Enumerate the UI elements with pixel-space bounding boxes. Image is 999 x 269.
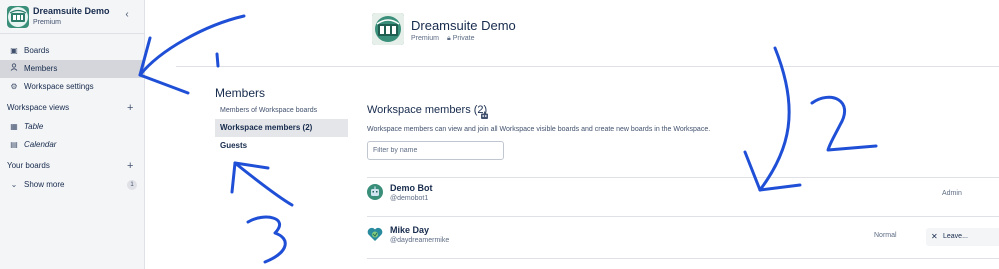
sidebar: Dreamsuite Demo Premium ‹ ▣ Boards Membe… xyxy=(0,0,145,269)
visibility-label: Private xyxy=(452,35,475,42)
workspace-plan: Premium xyxy=(33,19,62,26)
workspace-large-logo xyxy=(372,13,404,45)
show-more-label: Show more xyxy=(24,180,65,189)
members-heading: Members xyxy=(215,86,266,100)
calendar-icon: ▤ xyxy=(10,140,18,149)
gear-icon: ⚙ xyxy=(10,82,18,91)
tab-guests[interactable]: Guests xyxy=(215,137,348,155)
sidebar-item-workspace-settings[interactable]: ⚙ Workspace settings xyxy=(0,78,145,96)
filter-by-name-input[interactable] xyxy=(367,141,504,160)
member-row: Demo Bot @demobot1 Admin xyxy=(367,178,999,216)
sidebar-item-label: Calendar xyxy=(24,140,57,149)
sidebar-item-table[interactable]: ▦ Table xyxy=(0,118,145,136)
plan-label: Premium xyxy=(411,35,440,42)
leave-button[interactable]: ✕ Leave... xyxy=(926,228,999,246)
workspace-meta: Premium 🔒︎ Private xyxy=(411,35,475,43)
annotation-arrow xyxy=(233,161,294,207)
sidebar-item-calendar[interactable]: ▤ Calendar xyxy=(0,136,145,154)
divider xyxy=(367,258,999,259)
your-boards-label: Your boards xyxy=(7,161,50,170)
close-icon: ✕ xyxy=(931,232,938,241)
annotation-arrowhead xyxy=(230,161,270,194)
tab-members-of-workspace-boards[interactable]: Members of Workspace boards xyxy=(215,102,348,120)
person-icon xyxy=(9,60,19,78)
avatar xyxy=(367,226,383,242)
sidebar-item-label: Boards xyxy=(24,46,50,55)
chevron-left-icon[interactable]: ‹ xyxy=(121,9,133,21)
page-title: Dreamsuite Demo xyxy=(411,18,516,33)
member-role: Admin xyxy=(942,190,962,197)
sidebar-item-label: Workspace settings xyxy=(24,82,94,91)
sidebar-item-label: Members xyxy=(24,64,58,73)
tab-workspace-members[interactable]: Workspace members (2) xyxy=(215,119,348,137)
section-description: Workspace members can view and join all … xyxy=(367,126,711,133)
robot-icon xyxy=(480,107,489,119)
workspace-name: Dreamsuite Demo xyxy=(33,6,110,16)
annotation-digit-2 xyxy=(810,95,878,152)
member-name: Demo Bot xyxy=(390,183,433,193)
table-icon: ▦ xyxy=(10,122,18,131)
annotation-arrow xyxy=(758,46,791,192)
member-handle: @demobot1 xyxy=(390,195,429,202)
workspace-views-heading: Workspace views + xyxy=(0,100,145,116)
lock-icon: 🔒︎ xyxy=(446,35,451,42)
sidebar-item-members[interactable]: Members xyxy=(0,60,145,78)
sidebar-item-label: Table xyxy=(24,122,44,131)
sidebar-item-boards[interactable]: ▣ Boards xyxy=(0,42,145,60)
workspace-views-label: Workspace views xyxy=(7,103,70,112)
show-more-count: 1 xyxy=(127,180,137,190)
board-icon: ▣ xyxy=(10,46,18,55)
your-boards-heading: Your boards + xyxy=(0,158,145,174)
chevron-down-icon: ⌄ xyxy=(10,180,18,189)
leave-label: Leave... xyxy=(943,233,968,240)
member-role: Normal xyxy=(874,232,897,239)
member-row: Mike Day @daydreamermike Normal ✕ Leave.… xyxy=(367,220,999,258)
member-handle: @daydreamermike xyxy=(390,237,450,244)
annotation-mark xyxy=(215,52,220,68)
add-board-icon[interactable]: + xyxy=(127,158,133,174)
workspace-logo xyxy=(7,6,29,28)
divider xyxy=(367,216,999,217)
add-view-icon[interactable]: + xyxy=(127,100,133,116)
show-more-button[interactable]: ⌄ Show more 1 xyxy=(0,176,145,194)
avatar xyxy=(367,184,383,200)
workspace-header[interactable]: Dreamsuite Demo Premium ‹ xyxy=(0,0,145,34)
divider xyxy=(176,66,999,67)
section-title: Workspace members (2) xyxy=(367,104,488,116)
member-name: Mike Day xyxy=(390,225,430,235)
annotation-digit-3 xyxy=(246,215,287,264)
